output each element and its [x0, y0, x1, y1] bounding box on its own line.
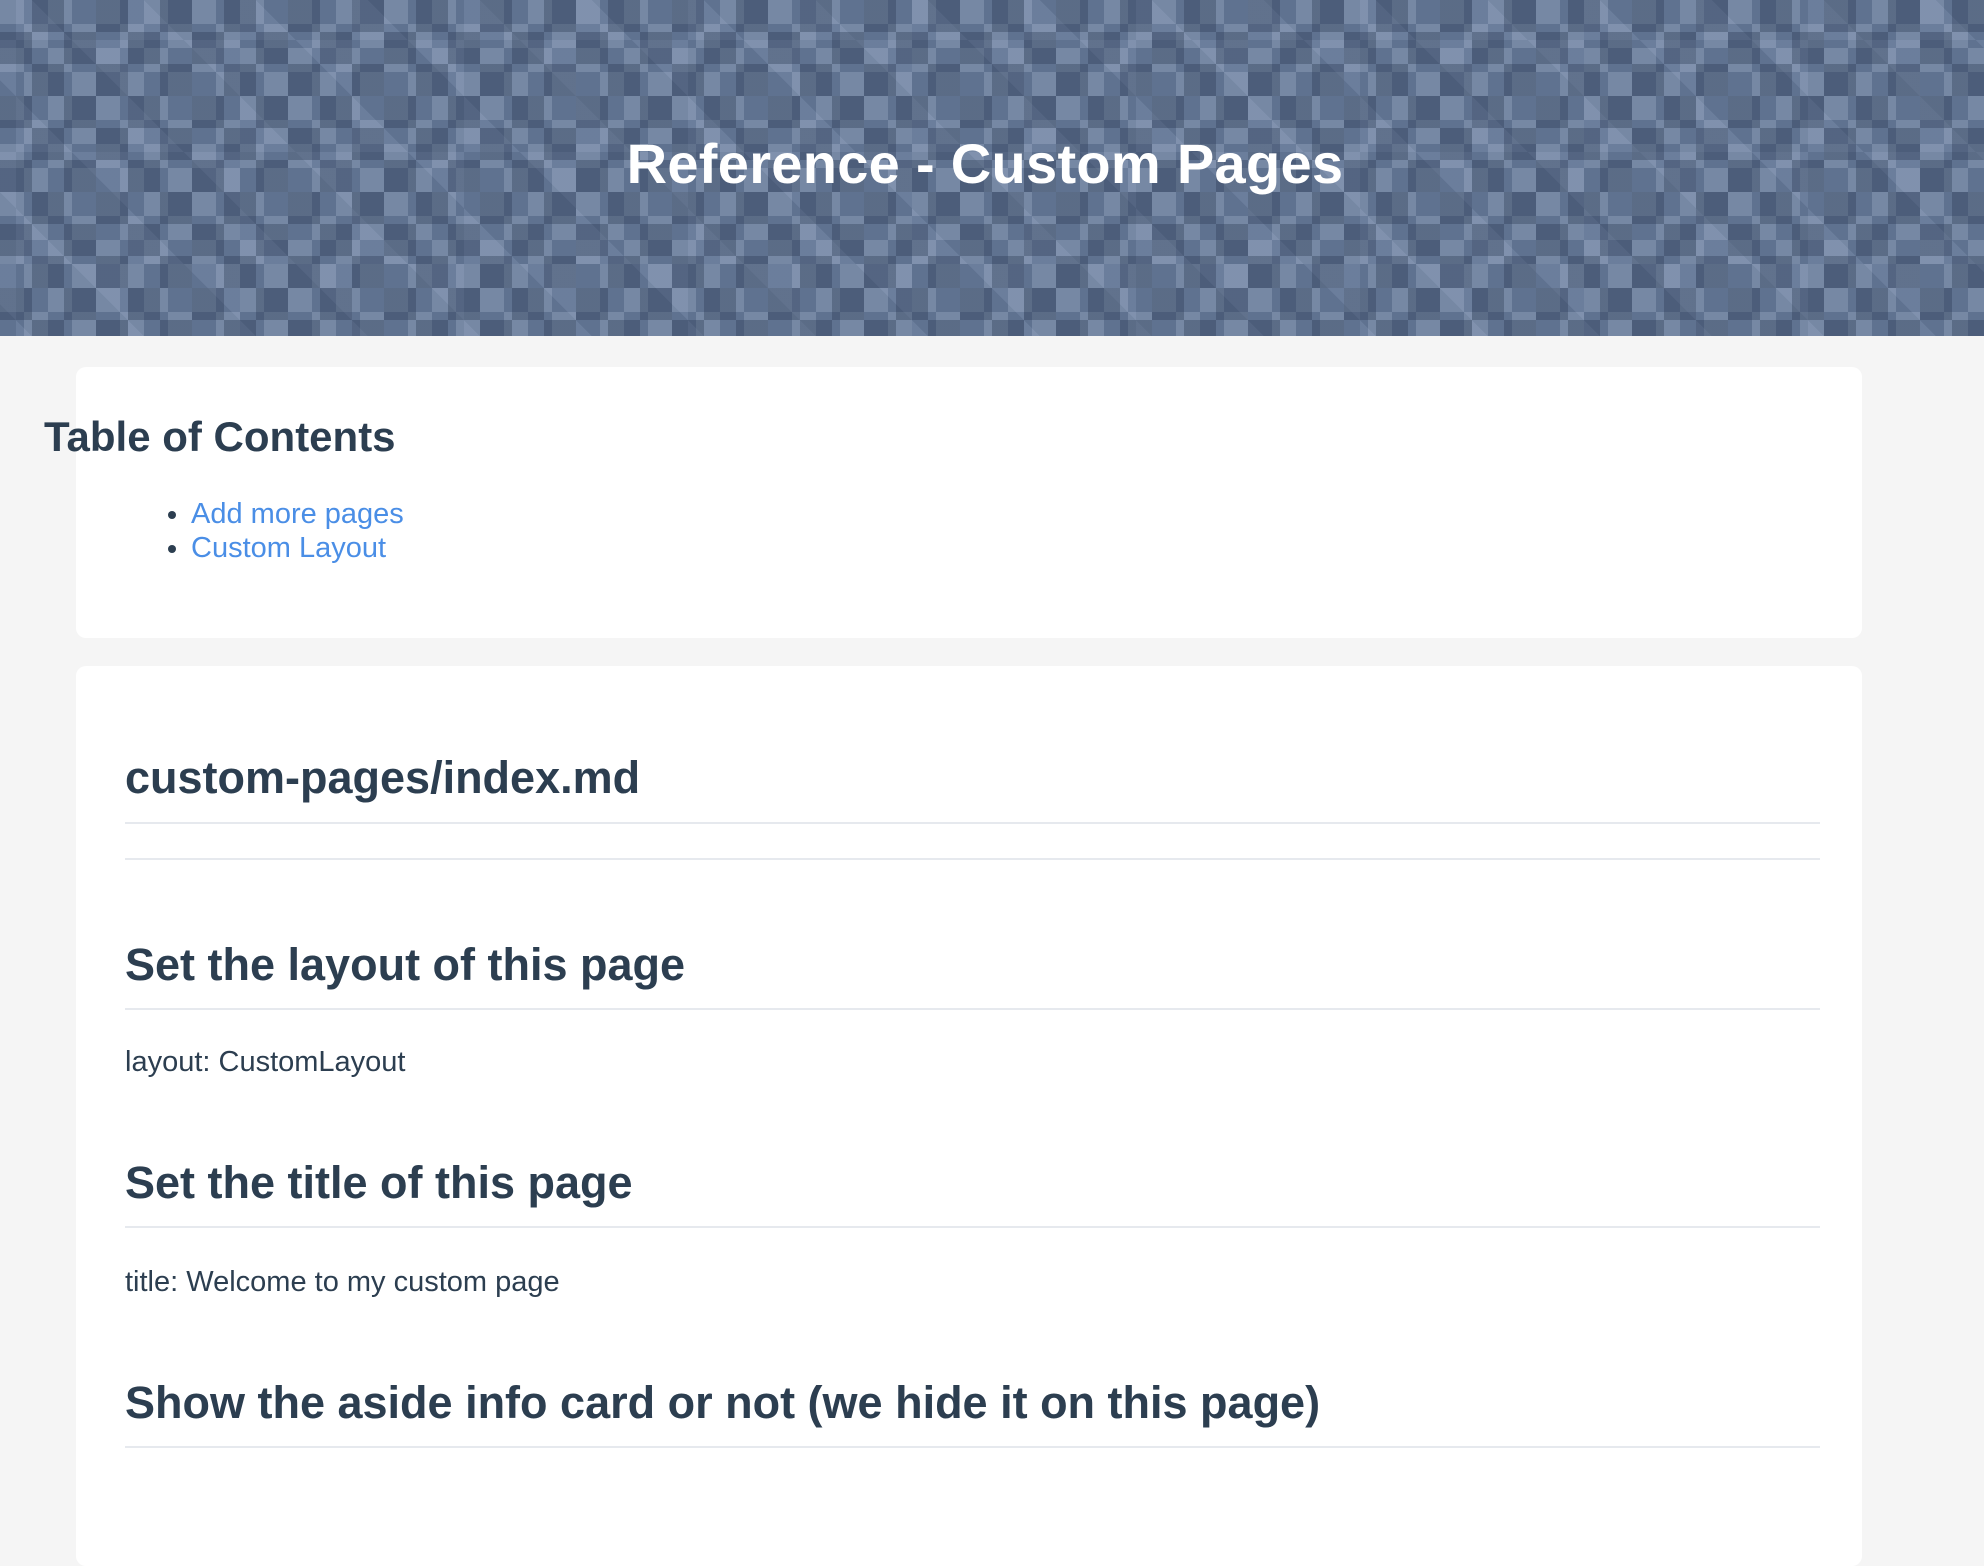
section-heading-title: Set the title of this page: [125, 1157, 633, 1208]
section-divider: [125, 858, 1820, 860]
toc-link-add-more-pages[interactable]: Add more pages: [191, 498, 404, 530]
section-heading-aside: Show the aside info card or not (we hide…: [125, 1377, 1321, 1428]
heading-divider: [125, 1446, 1820, 1448]
page-title: Reference - Custom Pages: [626, 132, 1344, 195]
heading-divider: [125, 1226, 1820, 1228]
toc-link-custom-layout[interactable]: Custom Layout: [191, 532, 386, 564]
toc-list: Add more pages Custom Layout: [115, 497, 404, 565]
heading-divider: [125, 822, 1820, 824]
toc-list-item: Add more pages: [191, 497, 404, 531]
heading-divider: [125, 1008, 1820, 1010]
toc-title: Table of Contents: [44, 413, 396, 460]
hero-banner: Reference - Custom Pages: [0, 0, 1984, 336]
file-heading: custom-pages/index.md: [125, 752, 641, 803]
section-text-title: title: Welcome to my custom page: [125, 1266, 560, 1298]
section-heading-layout: Set the layout of this page: [125, 939, 686, 990]
toc-list-item: Custom Layout: [191, 531, 404, 565]
section-text-layout: layout: CustomLayout: [125, 1046, 406, 1078]
